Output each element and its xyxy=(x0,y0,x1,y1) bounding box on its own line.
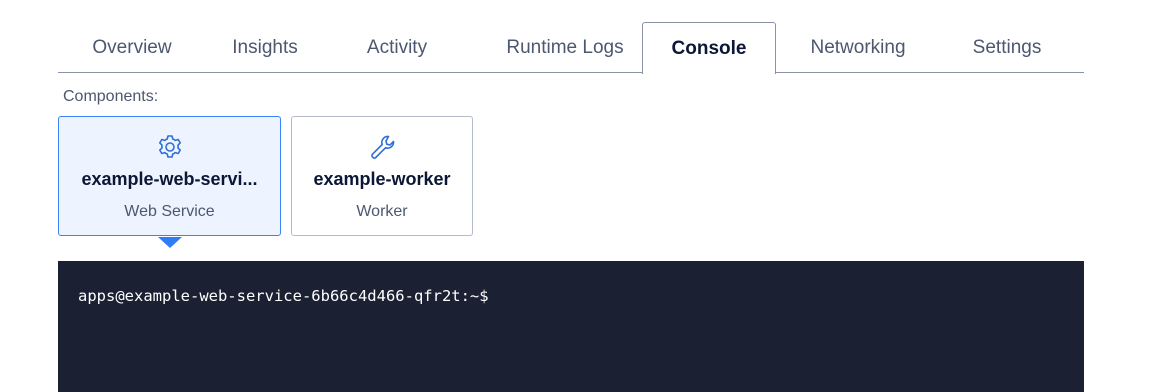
component-name: example-worker xyxy=(313,169,451,189)
tab-bar-divider xyxy=(58,72,1084,73)
gear-icon xyxy=(59,133,280,161)
components-label: Components: xyxy=(63,88,159,105)
component-card-web-service[interactable]: example-web-servi... Web Service xyxy=(58,116,281,236)
app-console-page: Overview Insights Activity Runtime Logs … xyxy=(0,0,1150,392)
tab-settings[interactable]: Settings xyxy=(948,22,1066,73)
tab-console[interactable]: Console xyxy=(642,22,776,74)
tab-overview[interactable]: Overview xyxy=(58,22,206,73)
tab-activity[interactable]: Activity xyxy=(330,22,464,73)
tab-networking[interactable]: Networking xyxy=(788,22,928,73)
console-terminal[interactable]: apps@example-web-service-6b66c4d466-qfr2… xyxy=(58,261,1084,392)
tab-bar: Overview Insights Activity Runtime Logs … xyxy=(58,22,1084,74)
component-type: Web Service xyxy=(124,203,215,220)
wrench-icon xyxy=(292,133,472,161)
console-prompt: apps@example-web-service-6b66c4d466-qfr2… xyxy=(78,287,489,305)
component-card-worker[interactable]: example-worker Worker xyxy=(291,116,473,236)
tab-insights[interactable]: Insights xyxy=(206,22,324,73)
component-name: example-web-servi... xyxy=(81,169,258,189)
component-type: Worker xyxy=(356,203,408,220)
tab-runtime-logs[interactable]: Runtime Logs xyxy=(473,22,657,73)
selected-component-pointer xyxy=(158,237,182,248)
